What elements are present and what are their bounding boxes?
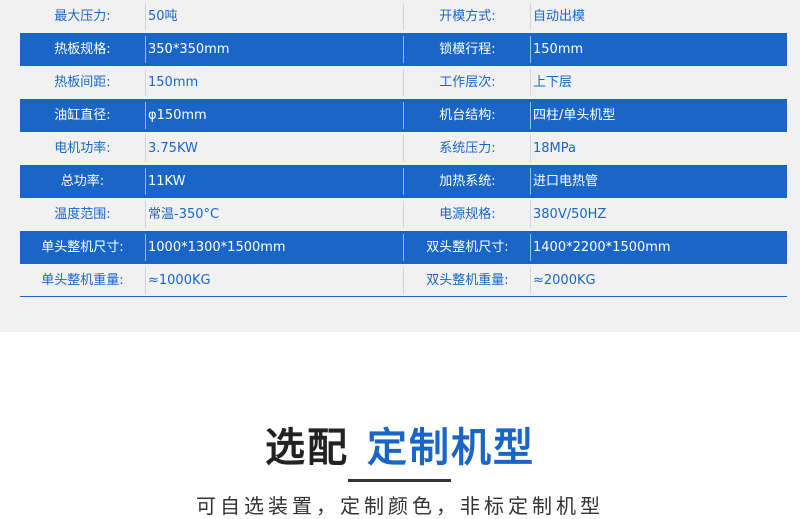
spec-label: 双头整机重量: xyxy=(426,273,509,288)
cell-divider xyxy=(145,168,146,195)
cell-divider xyxy=(530,69,531,96)
spec-label: 电源规格: xyxy=(439,207,496,222)
spec-label: 双头整机尺寸: xyxy=(426,240,509,255)
spec-row: 热板规格: 350*350mm 锁模行程: 150mm xyxy=(20,33,787,66)
cell-divider xyxy=(145,234,146,261)
spec-row: 电机功率: 3.75KW 系统压力: 18MPa xyxy=(20,132,787,165)
spec-label: 单头整机尺寸: xyxy=(41,240,124,255)
cell-divider xyxy=(403,267,404,294)
spec-value: φ150mm xyxy=(148,108,207,123)
spec-value: ≈2000KG xyxy=(533,273,596,288)
cell-divider xyxy=(530,267,531,294)
cell-divider xyxy=(403,201,404,228)
spec-value: 自动出模 xyxy=(533,9,586,24)
spec-value: 1000*1300*1500mm xyxy=(148,240,286,255)
cell-divider xyxy=(145,201,146,228)
spec-label: 单头整机重量: xyxy=(41,273,124,288)
cell-divider xyxy=(145,3,146,30)
spec-value: ≈1000KG xyxy=(148,273,211,288)
spec-label: 工作层次: xyxy=(439,75,496,90)
cell-divider xyxy=(403,135,404,162)
spec-label: 热板间距: xyxy=(54,75,111,90)
cell-divider xyxy=(530,135,531,162)
cell-divider xyxy=(403,102,404,129)
cell-divider xyxy=(403,234,404,261)
spec-row: 油缸直径: φ150mm 机台结构: 四柱/单头机型 xyxy=(20,99,787,132)
spec-row: 热板间距: 150mm 工作层次: 上下层 xyxy=(20,66,787,99)
section-subtitle: 可自选装置，定制颜色，非标定制机型 xyxy=(196,494,604,518)
cell-divider xyxy=(403,3,404,30)
spec-value: 150mm xyxy=(148,75,199,90)
spec-value: 350*350mm xyxy=(148,42,230,57)
cell-divider xyxy=(145,135,146,162)
spec-label: 系统压力: xyxy=(439,141,496,156)
cell-divider xyxy=(530,36,531,63)
spec-label: 加热系统: xyxy=(439,174,496,189)
spec-row: 最大压力: 50吨 开模方式: 自动出模 xyxy=(20,0,787,33)
cell-divider xyxy=(403,168,404,195)
spec-value: 150mm xyxy=(533,42,584,57)
spec-value: 上下层 xyxy=(533,75,573,90)
spec-value: 1400*2200*1500mm xyxy=(533,240,671,255)
cell-divider xyxy=(145,69,146,96)
spec-label: 温度范围: xyxy=(54,207,111,222)
spec-label: 开模方式: xyxy=(439,9,496,24)
spec-value: 四柱/单头机型 xyxy=(533,108,616,123)
heading-underline xyxy=(348,479,451,482)
spec-section: 最大压力: 50吨 开模方式: 自动出模 热板规格: 350*350mm 锁模行… xyxy=(0,0,800,332)
cell-divider xyxy=(403,36,404,63)
cell-divider xyxy=(145,102,146,129)
spec-row: 总功率: 11KW 加热系统: 进口电热管 xyxy=(20,165,787,198)
spec-table: 最大压力: 50吨 开模方式: 自动出模 热板规格: 350*350mm 锁模行… xyxy=(20,0,787,297)
cell-divider xyxy=(530,201,531,228)
spec-row: 温度范围: 常温-350°C 电源规格: 380V/50HZ xyxy=(20,198,787,231)
cell-divider xyxy=(145,36,146,63)
spec-value: 380V/50HZ xyxy=(533,207,607,222)
spec-value: 18MPa xyxy=(533,141,576,156)
section-heading: 选配 定制机型 xyxy=(0,415,800,473)
cell-divider xyxy=(530,102,531,129)
spec-row: 单头整机重量: ≈1000KG 双头整机重量: ≈2000KG xyxy=(20,264,787,297)
cell-divider xyxy=(403,69,404,96)
spec-label: 电机功率: xyxy=(54,141,111,156)
cell-divider xyxy=(530,3,531,30)
cell-divider xyxy=(145,267,146,294)
spec-value: 3.75KW xyxy=(148,141,198,156)
spec-value: 11KW xyxy=(148,174,186,189)
spec-value: 进口电热管 xyxy=(533,174,599,189)
spec-label: 机台结构: xyxy=(439,108,496,123)
spec-row: 单头整机尺寸: 1000*1300*1500mm 双头整机尺寸: 1400*22… xyxy=(20,231,787,264)
spec-value: 50吨 xyxy=(148,9,178,24)
spec-value: 常温-350°C xyxy=(148,207,220,222)
spec-label: 锁模行程: xyxy=(439,42,496,57)
spec-label: 油缸直径: xyxy=(54,108,111,123)
cell-divider xyxy=(530,168,531,195)
section-title-dark: 选配 xyxy=(265,425,349,471)
spec-label: 最大压力: xyxy=(54,9,111,24)
cell-divider xyxy=(530,234,531,261)
spec-label: 总功率: xyxy=(60,174,105,189)
section-title-accent: 定制机型 xyxy=(367,425,535,471)
spec-label: 热板规格: xyxy=(54,42,111,57)
